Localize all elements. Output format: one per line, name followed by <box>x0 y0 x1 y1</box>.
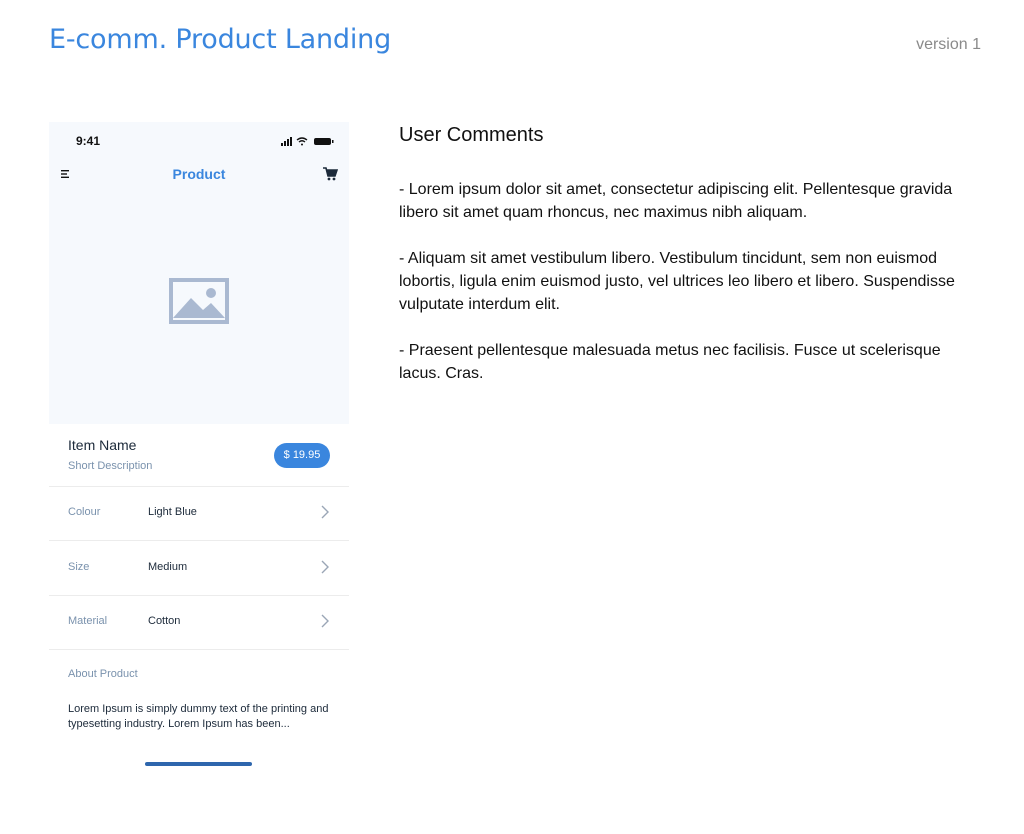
nav-bar: Product <box>49 160 349 188</box>
item-description: Short Description <box>68 460 153 472</box>
home-indicator[interactable] <box>145 762 252 766</box>
option-label: Material <box>68 615 108 627</box>
chevron-right-icon <box>321 505 329 519</box>
image-placeholder-icon <box>169 278 229 324</box>
option-row-colour[interactable]: Colour Light Blue <box>49 486 349 541</box>
battery-icon <box>314 138 334 145</box>
version-label: version 1 <box>916 36 981 53</box>
status-time: 9:41 <box>76 134 101 148</box>
cart-icon[interactable] <box>322 166 338 182</box>
chevron-right-icon <box>321 560 329 574</box>
status-icons <box>281 137 334 146</box>
about-product-label: About Product <box>68 668 138 680</box>
item-name: Item Name <box>68 437 137 453</box>
option-row-material[interactable]: Material Cotton <box>49 595 349 650</box>
product-image <box>49 188 349 424</box>
nav-title: Product <box>172 166 226 182</box>
option-value: Light Blue <box>148 506 197 518</box>
phone-mockup: 9:41 Product Item Name Short Description… <box>49 122 349 774</box>
signal-icon <box>281 137 292 146</box>
about-product-text: Lorem Ipsum is simply dummy text of the … <box>68 703 329 730</box>
page-title: E-comm. Product Landing <box>49 24 392 55</box>
wifi-icon <box>296 137 308 146</box>
status-bar: 9:41 <box>49 122 349 160</box>
option-row-size[interactable]: Size Medium <box>49 541 349 596</box>
option-label: Colour <box>68 506 101 518</box>
comment-item: - Lorem ipsum dolor sit amet, consectetu… <box>399 181 953 221</box>
item-header: Item Name Short Description $ 19.95 <box>49 424 349 487</box>
comment-item: - Aliquam sit amet vestibulum libero. Ve… <box>399 250 955 313</box>
comment-item: - Praesent pellentesque malesuada metus … <box>399 342 941 382</box>
price-badge[interactable]: $ 19.95 <box>274 443 330 468</box>
option-label: Size <box>68 561 90 573</box>
option-value: Medium <box>148 561 188 573</box>
chevron-right-icon <box>321 614 329 628</box>
option-value: Cotton <box>148 615 181 627</box>
comments-title: User Comments <box>399 124 544 146</box>
